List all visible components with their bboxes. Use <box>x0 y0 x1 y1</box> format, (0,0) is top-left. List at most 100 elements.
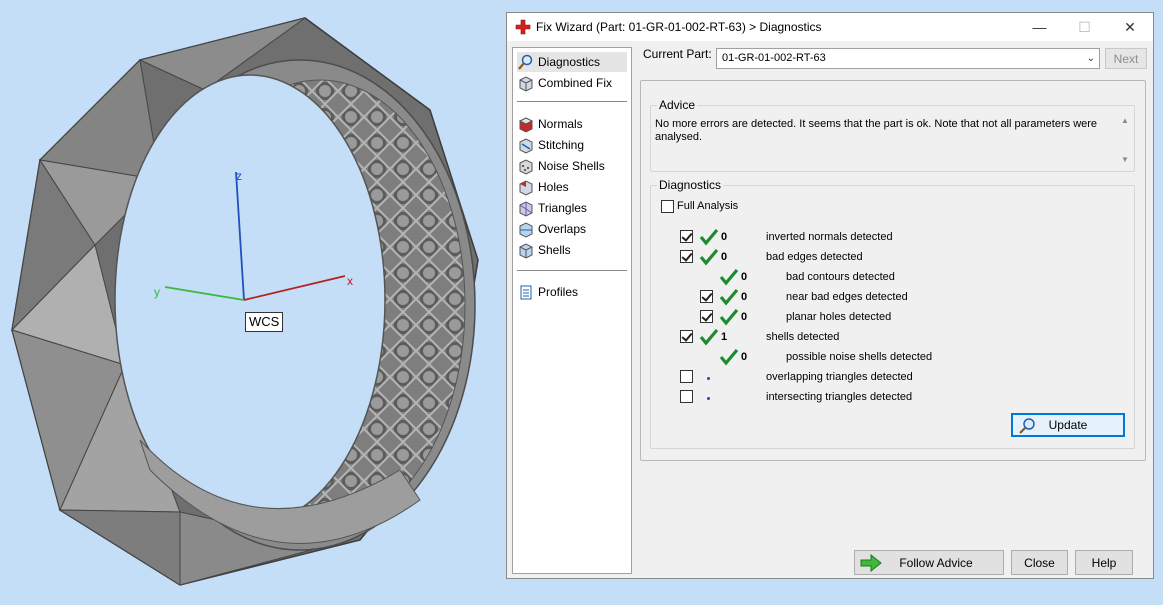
inverted-normals-checkbox[interactable] <box>680 230 693 243</box>
intersecting-triangles-checkbox[interactable] <box>680 390 693 403</box>
normals-icon <box>518 116 534 133</box>
check-icon <box>719 288 739 306</box>
title-bar[interactable]: Fix Wizard (Part: 01-GR-01-002-RT-63) > … <box>507 13 1153 41</box>
inverted-normals-label: inverted normals detected <box>766 231 893 243</box>
sidebar-item-triangles[interactable]: Triangles <box>517 198 627 218</box>
advice-group: Advice No more errors are detected. It s… <box>650 98 1135 172</box>
magnifier-icon <box>1019 418 1035 434</box>
sidebar-item-label: Stitching <box>538 138 585 152</box>
sidebar-item-stitching[interactable]: Stitching <box>517 135 627 155</box>
wizard-sidebar: Diagnostics Combined Fix Normals Stitchi… <box>512 47 632 574</box>
check-icon <box>719 348 739 366</box>
sidebar-item-label: Normals <box>538 117 583 131</box>
bad-edges-checkbox[interactable] <box>680 250 693 263</box>
near-bad-edges-label: near bad edges detected <box>786 291 908 303</box>
pending-dot-icon <box>707 397 710 400</box>
sidebar-item-holes[interactable]: Holes <box>517 177 627 197</box>
current-part-label: Current Part: <box>643 47 712 61</box>
maximize-button[interactable]: ☐ <box>1062 13 1107 41</box>
overlaps-icon <box>519 221 533 238</box>
next-button[interactable]: Next <box>1105 48 1147 69</box>
check-icon <box>699 248 719 266</box>
close-button[interactable]: Close <box>1011 550 1068 575</box>
diagnostics-panel: Advice No more errors are detected. It s… <box>640 80 1146 461</box>
fix-wizard-window: Fix Wizard (Part: 01-GR-01-002-RT-63) > … <box>506 12 1154 579</box>
sidebar-item-label: Noise Shells <box>538 159 605 173</box>
bad-contours-count: 0 <box>741 271 748 283</box>
minimize-button[interactable]: — <box>1017 13 1062 41</box>
diagnostics-icon <box>518 54 533 70</box>
planar-holes-label: planar holes detected <box>786 311 892 323</box>
noise-shells-label: possible noise shells detected <box>786 351 933 363</box>
shells-icon <box>519 242 533 259</box>
sidebar-item-label: Profiles <box>538 285 579 299</box>
sidebar-item-label: Overlaps <box>538 222 587 236</box>
update-label: Update <box>1048 418 1088 432</box>
overlapping-triangles-checkbox[interactable] <box>680 370 693 383</box>
full-analysis-label: Full Analysis <box>677 200 739 212</box>
planar-holes-count: 0 <box>741 311 748 323</box>
check-icon <box>719 308 739 326</box>
arrow-right-icon <box>860 554 882 572</box>
noise-shells-icon <box>519 158 533 175</box>
planar-holes-checkbox[interactable] <box>700 310 713 323</box>
wcs-label: WCS <box>245 312 284 332</box>
check-icon <box>699 228 719 246</box>
bad-contours-label: bad contours detected <box>786 271 895 283</box>
profiles-icon <box>520 285 532 299</box>
sidebar-item-label: Combined Fix <box>538 76 613 90</box>
sidebar-item-label: Shells <box>538 243 571 257</box>
scroll-down-icon[interactable]: ▼ <box>1121 155 1129 164</box>
sidebar-item-label: Diagnostics <box>538 55 601 69</box>
y-axis-label: y <box>154 285 160 299</box>
advice-text: No more errors are detected. It seems th… <box>655 118 1098 143</box>
current-part-value: 01-GR-01-002-RT-63 <box>722 52 826 64</box>
sidebar-item-normals[interactable]: Normals <box>517 114 627 134</box>
near-bad-edges-checkbox[interactable] <box>700 290 713 303</box>
shells-checkbox[interactable] <box>680 330 693 343</box>
intersecting-triangles-label: intersecting triangles detected <box>766 391 913 403</box>
shells-label: shells detected <box>766 331 840 343</box>
follow-advice-button[interactable]: Follow Advice <box>854 550 1004 575</box>
sidebar-divider <box>517 101 627 102</box>
sidebar-item-label: Triangles <box>538 201 587 215</box>
shells-count: 1 <box>721 331 728 343</box>
sidebar-item-shells[interactable]: Shells <box>517 240 627 260</box>
sidebar-divider <box>517 270 627 271</box>
red-cross-icon <box>515 19 531 35</box>
3d-viewport[interactable]: z y x WCS <box>0 0 505 605</box>
help-button[interactable]: Help <box>1075 550 1133 575</box>
diagnostics-title: Diagnostics <box>657 178 724 192</box>
inverted-normals-count: 0 <box>721 231 728 243</box>
stitching-icon <box>519 137 533 154</box>
sidebar-item-combined-fix[interactable]: Combined Fix <box>517 73 627 93</box>
check-icon <box>699 328 719 346</box>
pending-dot-icon <box>707 377 710 380</box>
advice-scrollbar[interactable]: ▲ ▼ <box>1118 116 1132 164</box>
follow-advice-label: Follow Advice <box>899 555 973 570</box>
sidebar-item-diagnostics[interactable]: Diagnostics <box>517 52 627 72</box>
bad-edges-label: bad edges detected <box>766 251 863 263</box>
triangles-icon <box>519 200 533 217</box>
x-axis-label: x <box>347 274 353 288</box>
bad-edges-count: 0 <box>721 251 728 263</box>
near-bad-edges-count: 0 <box>741 291 748 303</box>
scroll-up-icon[interactable]: ▲ <box>1121 116 1129 125</box>
ring-model <box>11 17 479 586</box>
holes-icon <box>519 179 533 196</box>
close-window-button[interactable]: ✕ <box>1107 13 1153 41</box>
diagnostics-group: Diagnostics Full Analysis 0 inverted nor… <box>650 178 1135 449</box>
check-icon <box>719 268 739 286</box>
advice-title: Advice <box>657 98 698 112</box>
noise-shells-count: 0 <box>741 351 748 363</box>
overlapping-triangles-label: overlapping triangles detected <box>766 371 913 383</box>
sidebar-item-noise-shells[interactable]: Noise Shells <box>517 156 627 176</box>
current-part-select[interactable]: 01-GR-01-002-RT-63 ⌄ <box>716 48 1100 69</box>
update-button[interactable]: Update <box>1011 413 1125 437</box>
sidebar-item-overlaps[interactable]: Overlaps <box>517 219 627 239</box>
z-axis-label: z <box>236 169 242 183</box>
full-analysis-checkbox[interactable] <box>661 200 674 213</box>
chevron-down-icon: ⌄ <box>1086 53 1095 64</box>
sidebar-item-profiles[interactable]: Profiles <box>517 282 627 302</box>
window-title: Fix Wizard (Part: 01-GR-01-002-RT-63) > … <box>536 20 822 34</box>
